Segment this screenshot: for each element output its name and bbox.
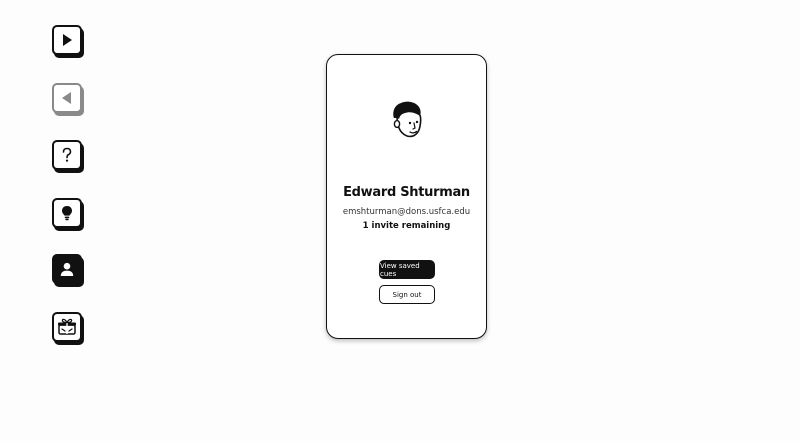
person-icon [60, 262, 74, 276]
back-button[interactable] [52, 83, 82, 113]
face-avatar-icon [393, 101, 422, 138]
profile-name: Edward Shturman [343, 185, 470, 200]
view-saved-cues-button[interactable]: View saved cues [379, 260, 435, 279]
profile-card: Edward Shturman emshturman@dons.usfca.ed… [326, 54, 487, 339]
lightbulb-icon [62, 206, 72, 221]
sidebar-rail [52, 0, 92, 441]
play-icon [63, 34, 72, 46]
sign-out-button[interactable]: Sign out [379, 285, 435, 304]
question-mark-icon [62, 147, 72, 162]
help-button[interactable] [52, 140, 82, 170]
hint-button[interactable] [52, 198, 82, 228]
gift-button[interactable] [52, 312, 82, 342]
profile-button[interactable] [52, 254, 82, 284]
gift-icon [58, 318, 76, 335]
back-arrow-icon [62, 92, 71, 104]
profile-email: emshturman@dons.usfca.edu [342, 207, 471, 217]
play-button[interactable] [52, 25, 82, 55]
invites-remaining: 1 invite remaining [362, 221, 451, 231]
